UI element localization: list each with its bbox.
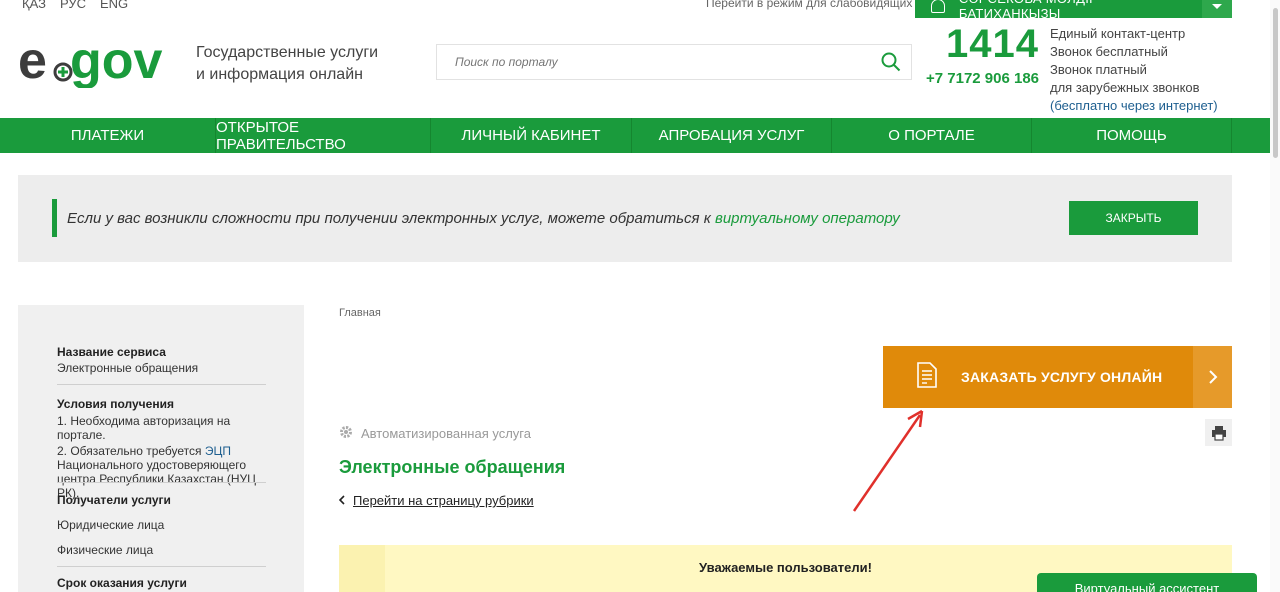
service-name-title: Название сервиса <box>57 345 166 359</box>
recipient-item: Физические лица <box>57 543 154 557</box>
site-tagline: Государственные услуги и информация онла… <box>196 42 378 86</box>
printer-icon <box>1211 425 1226 441</box>
lang-kaz[interactable]: ҚАЗ <box>22 0 46 11</box>
divider <box>57 566 266 567</box>
order-service-online-button[interactable]: ЗАКАЗАТЬ УСЛУГУ ОНЛАЙН <box>883 346 1232 408</box>
close-notice-button[interactable]: ЗАКРЫТЬ <box>1069 201 1198 235</box>
conditions-block: Условия получения 1. Необходима авториза… <box>57 397 266 500</box>
nav-item-cabinet[interactable]: ЛИЧНЫЙ КАБИНЕТ <box>431 118 632 153</box>
language-switcher: ҚАЗ РУС ENG <box>22 0 128 11</box>
user-menu[interactable]: СӘРСЕКОВА МӨЛДІР БАТИХАНҚЫЗЫ <box>915 0 1232 21</box>
conditions-title: Условия получения <box>57 397 174 411</box>
contact-line: Звонок платный <box>1050 62 1147 77</box>
recipients-title: Получатели услуги <box>57 493 171 507</box>
order-service-label: ЗАКАЗАТЬ УСЛУГУ ОНЛАЙН <box>961 369 1163 385</box>
gear-icon <box>339 425 353 442</box>
user-name: СӘРСЕКОВА МӨЛДІР БАТИХАНҚЫЗЫ <box>958 0 1098 21</box>
service-sidebar: Название сервиса Электронные обращения У… <box>18 305 304 592</box>
contact-info: Единый контакт-центр Звонок бесплатный З… <box>1050 25 1218 115</box>
breadcrumb[interactable]: Главная <box>339 307 381 319</box>
rubric-page-link[interactable]: Перейти на страницу рубрики <box>338 493 534 508</box>
contact-line: для зарубежных звонков <box>1050 80 1200 95</box>
tagline-line-2: и информация онлайн <box>196 66 363 83</box>
egov-logo-icon: e gov <box>18 36 163 88</box>
user-icon <box>931 0 945 13</box>
service-name-value: Электронные обращения <box>57 361 199 375</box>
svg-text:gov: gov <box>70 36 163 88</box>
contact-line: Звонок бесплатный <box>1050 44 1168 59</box>
nav-item-payments[interactable]: ПЛАТЕЖИ <box>0 118 216 153</box>
tagline-line-1: Государственные услуги <box>196 44 379 61</box>
term-block: Срок оказания услуги <box>57 576 266 590</box>
nav-item-approbation[interactable]: АПРОБАЦИЯ УСЛУГ <box>632 118 832 153</box>
main-nav: ПЛАТЕЖИ ОТКРЫТОЕ ПРАВИТЕЛЬСТВО ЛИЧНЫЙ КА… <box>0 118 1280 153</box>
red-arrow-annotation-icon <box>852 409 924 512</box>
service-name-block: Название сервиса Электронные обращения <box>57 345 266 375</box>
lang-eng[interactable]: ENG <box>100 0 128 11</box>
search-icon[interactable] <box>881 52 901 77</box>
divider <box>57 384 266 385</box>
search-box <box>436 44 912 80</box>
divider <box>57 482 266 483</box>
notice-text: Если у вас возникли сложности при получе… <box>67 210 900 227</box>
print-button[interactable] <box>1205 419 1232 446</box>
document-icon <box>917 361 937 393</box>
condition-2: 2. Обязательно требуется ЭЦП Национальног… <box>57 444 266 500</box>
term-title: Срок оказания услуги <box>57 576 187 590</box>
chevron-right-icon <box>1193 346 1232 408</box>
automated-service-text: Автоматизированная услуга <box>361 426 531 441</box>
nav-item-open-government[interactable]: ОТКРЫТОЕ ПРАВИТЕЛЬСТВО <box>216 118 431 153</box>
svg-text:e: e <box>18 36 47 88</box>
condition-2-prefix: 2. Обязательно требуется <box>57 444 205 458</box>
scrollbar[interactable] <box>1270 0 1280 592</box>
contact-free-link[interactable]: (бесплатно через интернет) <box>1050 97 1218 115</box>
page-title: Электронные обращения <box>339 457 566 477</box>
virtual-operator-link[interactable]: виртуальному оператору <box>715 210 900 227</box>
scrollbar-thumb[interactable] <box>1273 8 1278 158</box>
operator-notice: Если у вас возникли сложности при получе… <box>18 175 1232 262</box>
notice-accent-bar <box>52 199 57 237</box>
virtual-assistant-button[interactable]: Виртуальный ассистент <box>1037 573 1257 592</box>
nav-item-about[interactable]: О ПОРТАЛЕ <box>832 118 1032 153</box>
recipients-block: Получатели услуги Юридические лица Физич… <box>57 493 266 557</box>
rubric-link-label: Перейти на страницу рубрики <box>353 493 534 508</box>
condition-1: 1. Необходима авторизация на портале. <box>57 414 231 442</box>
recipient-item: Юридические лица <box>57 518 165 532</box>
contact-center-number[interactable]: 1414 <box>946 22 1039 67</box>
egov-logo[interactable]: e gov <box>18 36 180 88</box>
notice-message: Если у вас возникли сложности при получе… <box>67 210 715 227</box>
automated-service-label: Автоматизированная услуга <box>339 425 531 442</box>
chevron-left-icon <box>338 493 345 508</box>
search-input[interactable] <box>437 45 867 79</box>
low-vision-link[interactable]: Перейти в режим для слабовидящих <box>706 0 912 10</box>
nav-item-help[interactable]: ПОМОЩЬ <box>1032 118 1232 153</box>
contact-line: Единый контакт-центр <box>1050 26 1186 41</box>
contact-phone[interactable]: +7 7172 906 186 <box>926 70 1039 87</box>
chevron-down-icon[interactable] <box>1202 0 1232 18</box>
lang-rus[interactable]: РУС <box>60 0 86 11</box>
eds-link[interactable]: ЭЦП <box>205 444 231 458</box>
